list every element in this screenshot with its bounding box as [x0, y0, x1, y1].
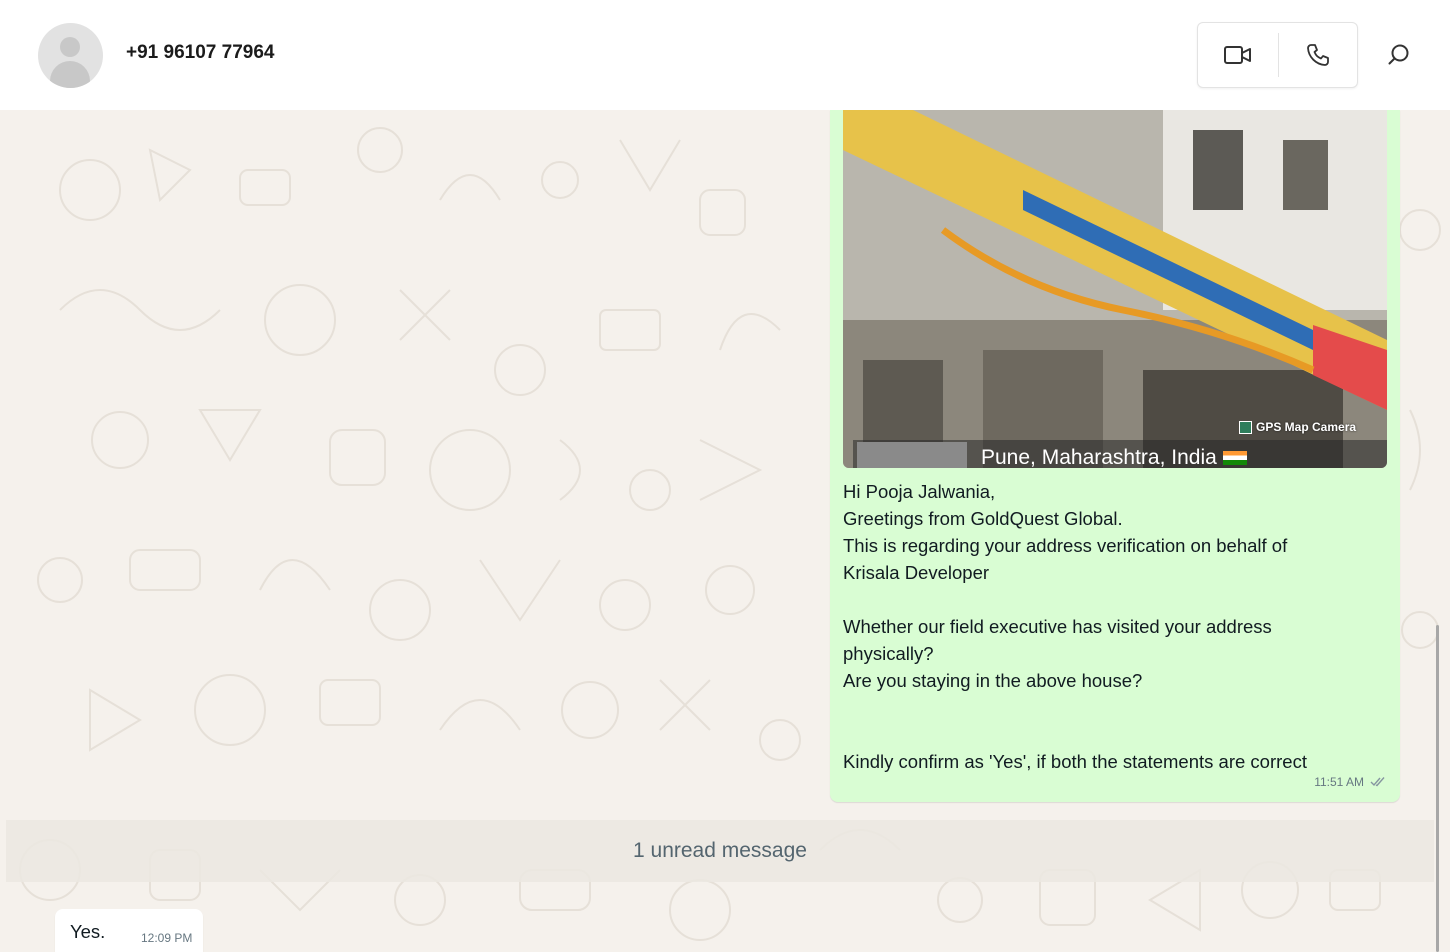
message-line: Are you staying in the above house? [843, 670, 1143, 691]
unread-divider: 1 unread message [6, 820, 1434, 882]
chat-header: +91 96107 77964 [0, 0, 1450, 110]
chat-area[interactable]: GPS Map Camera Pune, Maharashtra, India … [0, 110, 1450, 952]
message-line [843, 694, 1383, 721]
video-camera-icon [1224, 46, 1251, 64]
search-icon [1388, 44, 1409, 65]
india-flag-icon [1222, 451, 1247, 466]
map-thumbnail [857, 442, 967, 468]
incoming-message-text: Yes. [70, 921, 106, 942]
message-line: Whether our field executive has visited … [843, 616, 1272, 637]
phone-icon [1307, 44, 1329, 66]
contact-name[interactable]: +91 96107 77964 [126, 42, 274, 64]
avatar-head [60, 37, 80, 57]
message-line: Krisala Developer [843, 562, 990, 583]
chat-scrollbar[interactable] [1436, 625, 1439, 952]
message-time: 11:51 AM [1314, 775, 1364, 789]
outgoing-message-bubble[interactable]: GPS Map Camera Pune, Maharashtra, India … [830, 110, 1400, 802]
message-line: Greetings from GoldQuest Global. [843, 508, 1123, 529]
search-button[interactable] [1376, 32, 1422, 78]
message-line: physically? [843, 643, 934, 664]
gps-watermark: GPS Map Camera [1235, 418, 1360, 436]
location-text: Pune, Maharashtra, India [981, 446, 1247, 468]
message-text: Hi Pooja Jalwania, Greetings from GoldQu… [843, 478, 1383, 775]
gps-map-icon [1239, 420, 1252, 434]
incoming-message-bubble[interactable]: Yes. 12:09 PM [55, 909, 203, 952]
location-strip: Pune, Maharashtra, India [853, 440, 1387, 468]
unread-label: 1 unread message [633, 839, 807, 862]
call-buttons-group [1197, 22, 1358, 88]
message-line: Kindly confirm as 'Yes', if both the sta… [843, 751, 1307, 772]
double-tick-icon [1370, 777, 1385, 787]
message-meta: 11:51 AM [1314, 775, 1386, 789]
message-line [843, 586, 1383, 613]
incoming-message-time: 12:09 PM [141, 931, 193, 945]
message-line: Hi Pooja Jalwania, [843, 481, 996, 502]
contact-avatar[interactable] [38, 23, 103, 88]
voice-call-button[interactable] [1278, 23, 1358, 87]
message-photo[interactable]: GPS Map Camera Pune, Maharashtra, India [843, 110, 1387, 468]
message-line: This is regarding your address verificat… [843, 535, 1288, 556]
building-photo-illustration [843, 110, 1387, 468]
avatar-body [50, 61, 90, 88]
message-line [843, 721, 1383, 748]
video-call-button[interactable] [1198, 23, 1278, 87]
